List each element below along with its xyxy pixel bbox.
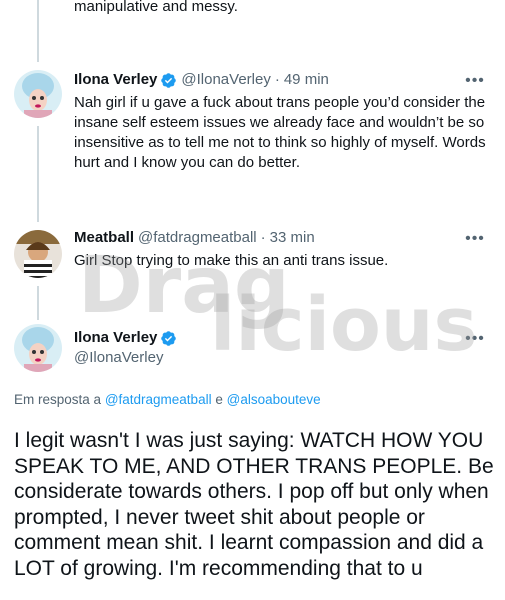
watermark-text-2: licious — [210, 282, 478, 368]
timestamp[interactable]: 49 min — [284, 70, 329, 90]
handle[interactable]: @IlonaVerley — [74, 348, 163, 368]
handle[interactable]: @IlonaVerley — [181, 70, 270, 90]
tweet-text: Nah girl if u gave a fuck about trans pe… — [74, 94, 486, 171]
focused-tweet-text: I legit wasn't I was just saying: WATCH … — [14, 429, 494, 580]
display-name[interactable]: Meatball — [74, 228, 134, 248]
thread-line-middle — [37, 126, 39, 222]
avatar[interactable] — [14, 70, 62, 118]
avatar[interactable] — [14, 324, 62, 372]
verified-badge-icon — [161, 72, 177, 88]
separator: · — [274, 71, 280, 88]
reply-join: e — [215, 392, 223, 407]
verified-badge-icon — [161, 330, 177, 346]
reply-to-line: Em resposta a @fatdragmeatball e @alsoab… — [14, 391, 321, 409]
tweet-header: Meatball @fatdragmeatball · 33 min — [74, 228, 315, 248]
thread-line-bottom — [37, 286, 39, 320]
more-options-icon[interactable]: ••• — [465, 331, 485, 354]
display-name[interactable]: Ilona Verley — [74, 328, 157, 348]
separator: · — [260, 229, 266, 246]
thread-line-top — [37, 0, 39, 62]
previous-tweet-text: manipulative and messy. — [74, 0, 238, 15]
reply-prefix: Em resposta a — [14, 392, 102, 407]
timestamp[interactable]: 33 min — [270, 228, 315, 248]
handle[interactable]: @fatdragmeatball — [138, 228, 257, 248]
avatar[interactable] — [14, 230, 62, 278]
display-name[interactable]: Ilona Verley — [74, 70, 157, 90]
focused-header: Ilona Verley — [74, 328, 181, 348]
reply-mention-link[interactable]: @alsoabouteve — [227, 392, 321, 407]
tweet-header: Ilona Verley @IlonaVerley · 49 min — [74, 70, 329, 90]
reply-mention-link[interactable]: @fatdragmeatball — [105, 392, 212, 407]
tweet-text: Girl Stop trying to make this an anti tr… — [74, 252, 389, 269]
